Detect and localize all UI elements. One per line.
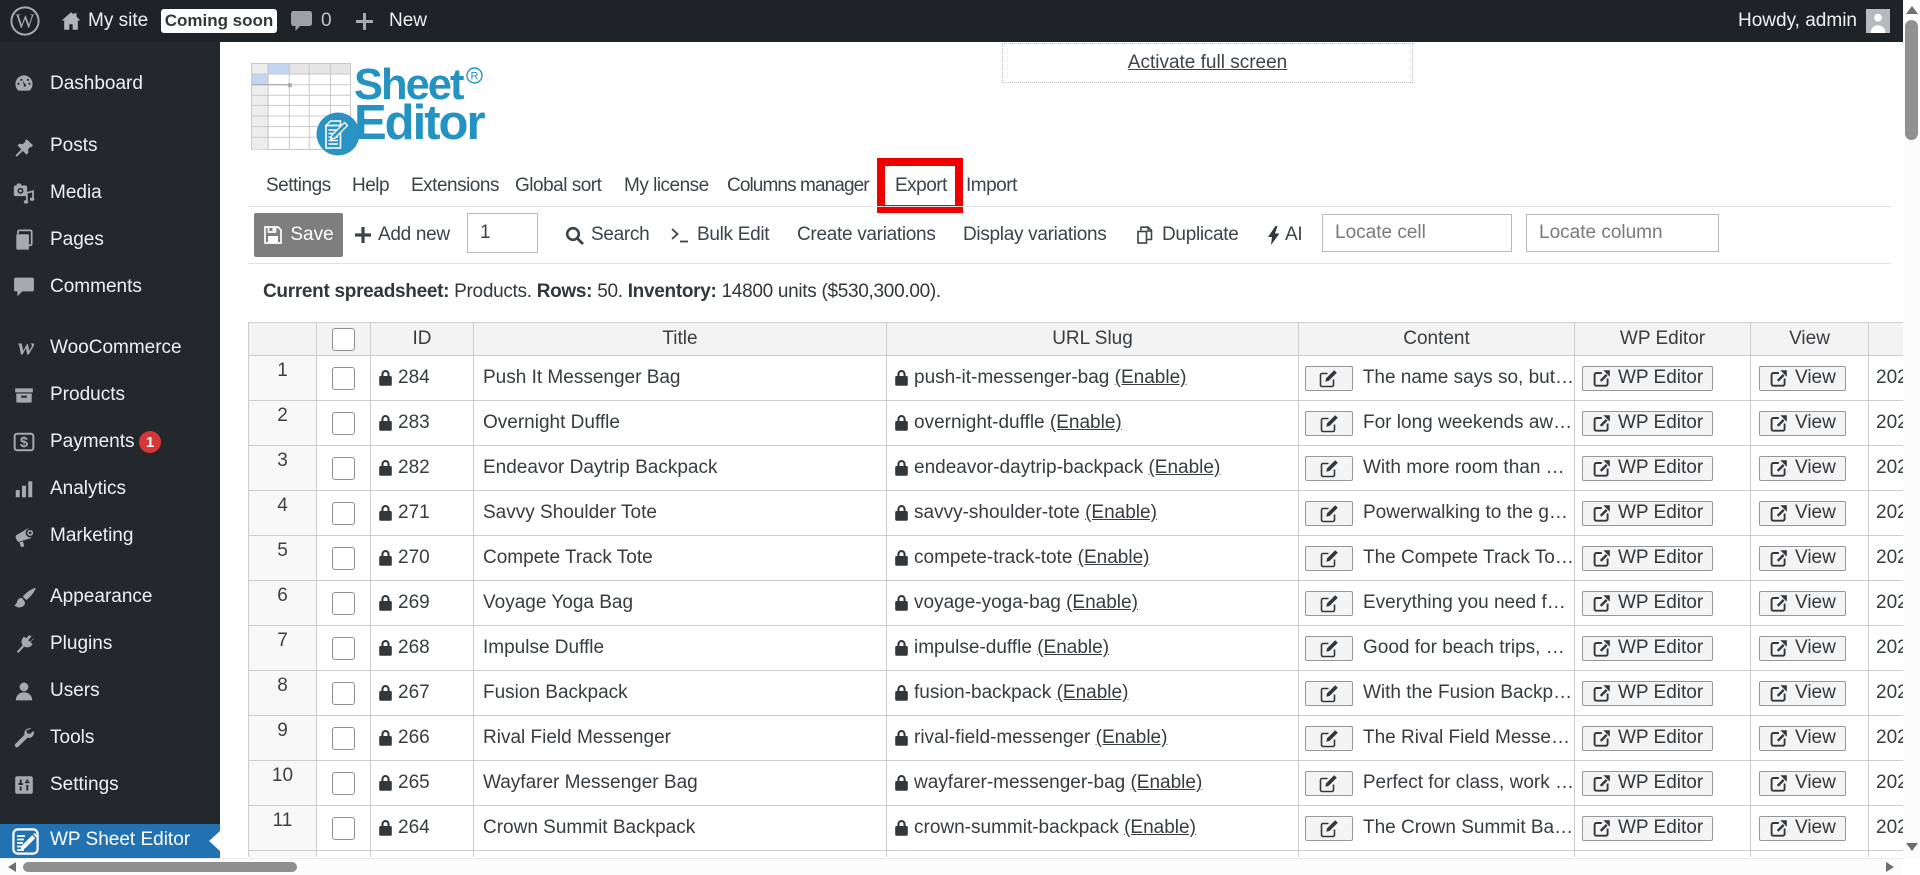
svg-text:W: W xyxy=(16,11,35,33)
svg-text:R: R xyxy=(471,71,479,83)
svg-text:$: $ xyxy=(20,435,29,451)
svg-text:w: w xyxy=(18,337,35,359)
